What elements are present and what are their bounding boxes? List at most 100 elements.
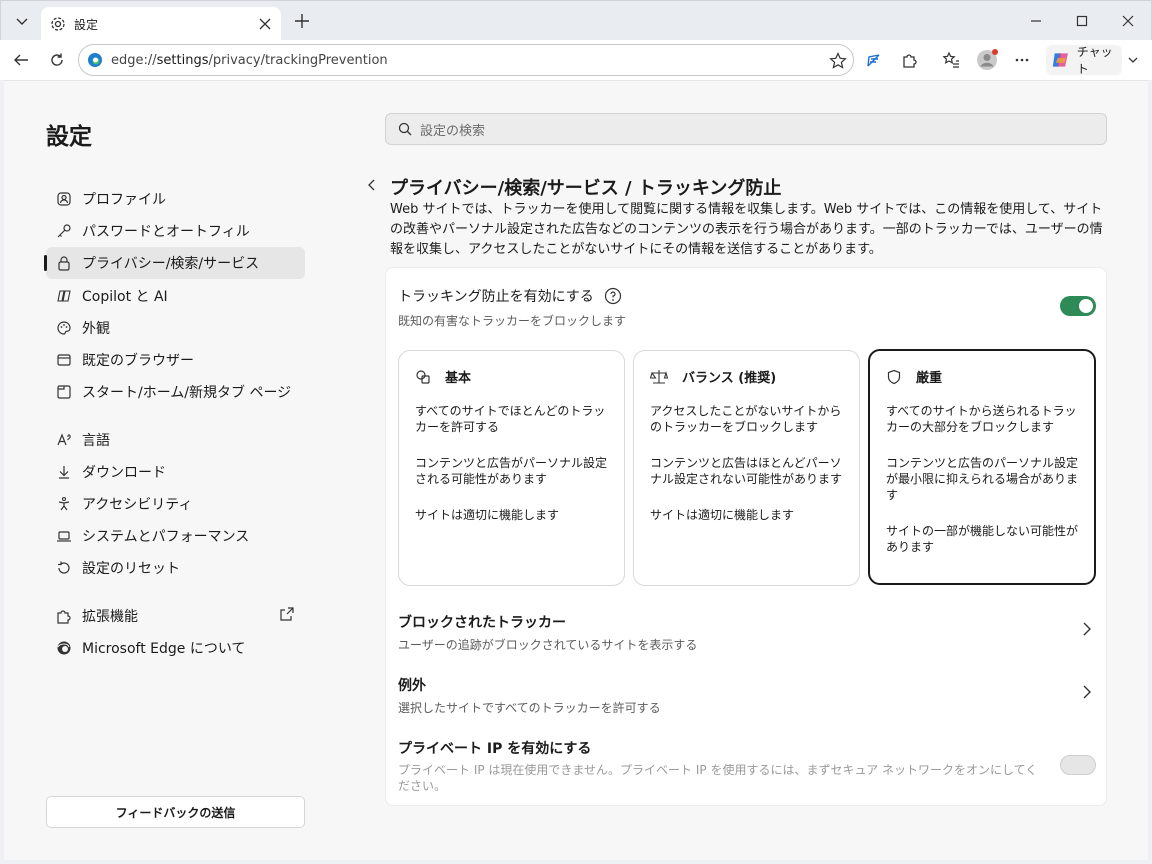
sidebar-item-label: Copilot と AI — [82, 289, 168, 305]
maximize-icon — [1076, 15, 1088, 27]
close-tab-button[interactable] — [255, 14, 275, 34]
sidebar-item-label: スタート/ホーム/新規タブ ページ — [82, 385, 292, 401]
help-icon[interactable] — [604, 287, 622, 305]
sidebar-item-languages[interactable]: 言語 — [46, 424, 305, 456]
extension-pin-button[interactable] — [860, 46, 888, 74]
sidebar-item-accessibility[interactable]: アクセシビリティ — [46, 488, 305, 520]
minimize-button[interactable] — [1013, 7, 1059, 35]
sidebar-item-privacy[interactable]: プライバシー/検索/サービス — [44, 247, 305, 279]
tracking-prevention-card: トラッキング防止を有効にする 既知の有害なトラッカーをブロックします 基本 すべ… — [385, 267, 1107, 806]
feedback-button[interactable]: フィードバックの送信 — [46, 796, 305, 828]
row-subtitle: プライベート IP は現在使用できません。プライベート IP を使用するには、ま… — [398, 763, 1038, 793]
sidebar-item-appearance[interactable]: 外観 — [46, 312, 305, 344]
sidebar-item-reset[interactable]: 設定のリセット — [46, 552, 305, 584]
laptop-icon — [54, 526, 74, 546]
blocked-trackers-row[interactable]: ブロックされたトラッカー ユーザーの追跡がブロックされているサイトを表示する — [398, 612, 1098, 653]
title-bar: 設定 — [0, 0, 1152, 41]
basic-icon — [416, 369, 430, 384]
level-card-basic[interactable]: 基本 すべてのサイトでほとんどのトラッカーを許可する コンテンツと広告がパーソナ… — [398, 350, 625, 586]
lock-icon — [54, 253, 74, 273]
url-text: edge://settings/privacy/trackingPreventi… — [111, 52, 388, 68]
refresh-button[interactable] — [43, 46, 71, 74]
favorites-list-icon — [942, 51, 959, 68]
sidebar-item-downloads[interactable]: ダウンロード — [46, 456, 305, 488]
shield-icon — [887, 369, 901, 384]
balance-icon — [650, 369, 668, 384]
external-link-icon — [280, 607, 294, 621]
favorite-star-icon[interactable] — [829, 52, 847, 70]
level-line: コンテンツと広告がパーソナル設定される可能性があります — [415, 456, 608, 486]
favorites-button[interactable] — [937, 46, 965, 74]
tab-settings[interactable]: 設定 — [41, 7, 281, 41]
page-description: Web サイトでは、トラッカーを使用して閲覧に関する情報を収集します。Web サ… — [390, 202, 1103, 257]
settings-search-input[interactable]: 設定の検索 — [385, 113, 1107, 145]
sidebar-item-label: 拡張機能 — [82, 609, 138, 625]
reset-icon — [54, 558, 74, 578]
level-line: すべてのサイトから送られるトラッカーの大部分をブロックします — [886, 404, 1077, 434]
sidebar-item-about[interactable]: Microsoft Edge について — [46, 632, 305, 664]
sidebar: 設定 プロファイル パスワードとオートフィル プライバシー/検索/サービス Co… — [4, 81, 314, 861]
chevron-right-icon — [1082, 622, 1092, 636]
level-line: サイトの一部が機能しない可能性があります — [886, 524, 1079, 554]
browser-toolbar: edge://settings/privacy/trackingPreventi… — [0, 40, 1152, 80]
key-icon — [54, 221, 74, 241]
maximize-button[interactable] — [1059, 7, 1105, 35]
language-icon — [54, 430, 74, 450]
page-title: プライバシー/検索/サービス / トラッキング防止 — [390, 178, 782, 199]
level-line: すべてのサイトでほとんどのトラッカーを許可する — [415, 404, 606, 434]
copilot-chat-button[interactable]: チャット — [1046, 45, 1122, 76]
more-menu-button[interactable] — [1008, 46, 1036, 74]
refresh-icon — [51, 53, 63, 66]
sidebar-item-label: Microsoft Edge について — [82, 641, 246, 657]
new-tab-button[interactable] — [289, 8, 315, 34]
feather-icon — [867, 54, 880, 67]
level-header: バランス (推奨) — [650, 367, 776, 386]
sidebar-item-profile[interactable]: プロファイル — [46, 183, 305, 215]
row-title: 例外 — [398, 678, 426, 694]
palette-icon — [54, 318, 74, 338]
home-icon — [54, 382, 74, 402]
search-icon — [398, 122, 412, 136]
tab-title: 設定 — [74, 17, 99, 32]
chevron-right-icon — [1082, 685, 1092, 699]
address-bar[interactable]: edge://settings/privacy/trackingPreventi… — [78, 44, 854, 76]
close-window-button[interactable] — [1105, 7, 1151, 35]
sidebar-item-extensions[interactable]: 拡張機能 — [46, 600, 305, 632]
settings-title: 設定 — [46, 124, 92, 150]
level-name: 基本 — [445, 371, 472, 386]
back-button[interactable] — [7, 46, 35, 74]
row-title: プライベート IP を有効にする — [398, 741, 592, 757]
sidebar-item-passwords[interactable]: パスワードとオートフィル — [46, 215, 305, 247]
back-to-privacy-button[interactable] — [364, 177, 380, 193]
sidebar-item-start-home[interactable]: スタート/ホーム/新規タブ ページ — [46, 376, 305, 408]
puzzle-icon — [54, 606, 74, 626]
sidebar-item-system[interactable]: システムとパフォーマンス — [46, 520, 305, 552]
profile-button[interactable] — [973, 46, 1001, 74]
sidebar-item-label: 外観 — [82, 321, 110, 337]
level-line: サイトは適切に機能します — [415, 508, 560, 522]
level-card-strict[interactable]: 厳重 すべてのサイトから送られるトラッカーの大部分をブロックします コンテンツと… — [868, 349, 1096, 585]
level-name: 厳重 — [916, 371, 943, 386]
level-card-balanced[interactable]: バランス (推奨) アクセスしたことがないサイトからのトラッカーをブロックします… — [633, 350, 860, 586]
tracking-prevention-toggle[interactable] — [1060, 296, 1096, 316]
sidebar-item-label: プライバシー/検索/サービス — [82, 256, 260, 272]
gear-icon — [51, 17, 65, 31]
enable-title: トラッキング防止を有効にする — [398, 289, 594, 305]
row-subtitle: ユーザーの追跡がブロックされているサイトを表示する — [398, 638, 698, 652]
sidebar-item-label: システムとパフォーマンス — [82, 529, 250, 545]
chevron-down-icon — [1128, 57, 1138, 63]
level-line: コンテンツと広告のパーソナル設定が最小限に抑えられる場合があります — [886, 456, 1079, 502]
close-icon — [259, 18, 271, 30]
settings-page: 設定 プロファイル パスワードとオートフィル プライバシー/検索/サービス Co… — [4, 80, 1148, 860]
extensions-button[interactable] — [896, 46, 924, 74]
exceptions-row[interactable]: 例外 選択したサイトですべてのトラッカーを許可する — [398, 675, 1098, 716]
sidebar-item-label: 既定のブラウザー — [82, 353, 194, 369]
plus-icon — [295, 14, 309, 28]
private-ip-toggle[interactable] — [1060, 755, 1096, 775]
chat-label: チャット — [1076, 45, 1113, 76]
sidebar-item-label: ダウンロード — [82, 465, 166, 481]
tab-actions-button[interactable] — [7, 7, 37, 35]
sidebar-item-default-browser[interactable]: 既定のブラウザー — [46, 344, 305, 376]
copilot-dropdown-button[interactable] — [1122, 46, 1144, 74]
sidebar-item-copilot[interactable]: Copilot と AI — [46, 280, 305, 312]
